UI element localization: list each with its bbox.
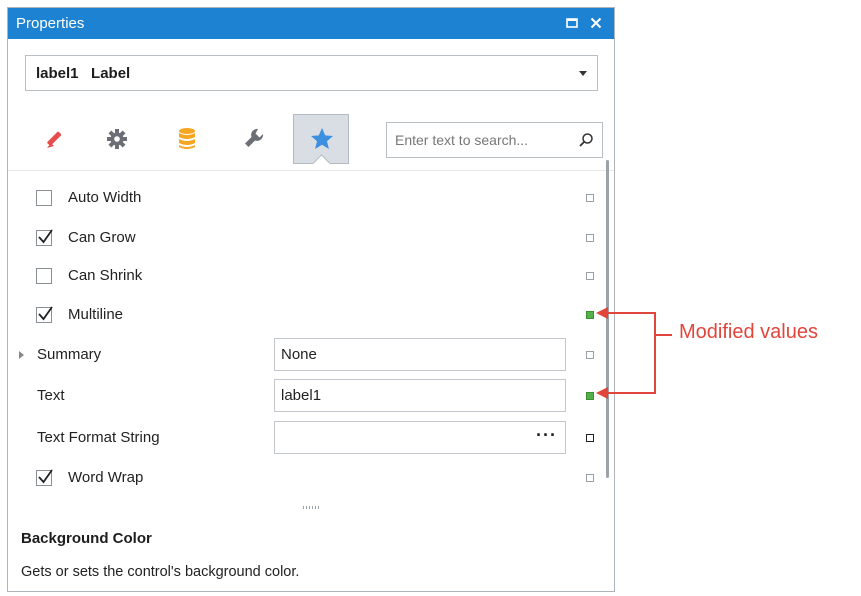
title-bar: Properties [8,8,614,39]
checkmark-icon [38,469,53,484]
word-wrap-modified-indicator [586,474,594,482]
text-label: Text [37,387,65,404]
callout-label: Modified values [679,321,818,343]
can-grow-modified-indicator [586,234,594,242]
word-wrap-checkbox[interactable] [36,469,53,486]
summary-value: None [281,346,317,363]
close-icon [590,17,602,29]
checkmark-icon [38,306,53,321]
text-format-string-field[interactable]: ··· [274,421,566,454]
behavior-tab[interactable] [88,114,144,164]
auto-width-checkbox[interactable] [36,190,52,206]
star-icon [311,128,333,149]
search-placeholder: Enter text to search... [395,132,529,148]
vertical-scrollbar[interactable] [606,160,609,478]
property-row-can-grow[interactable]: Can Grow [8,218,594,258]
appearance-tab[interactable] [27,114,83,164]
summary-modified-indicator [586,351,594,359]
gear-icon [107,129,127,149]
summary-value-field[interactable]: None [274,338,566,371]
data-tab[interactable] [158,114,214,164]
properties-panel: Properties label1 Label Enter text to se… [7,7,615,592]
text-modified-indicator [586,392,594,400]
text-format-string-label: Text Format String [37,429,160,446]
description-text: Gets or sets the control's background co… [21,564,300,580]
description-title: Background Color [21,530,152,547]
can-shrink-checkbox[interactable] [36,268,52,284]
chevron-down-icon [579,71,587,76]
description-splitter[interactable] [8,502,614,514]
word-wrap-label: Word Wrap [68,469,144,486]
property-row-summary[interactable]: Summary None [8,335,594,375]
database-icon [179,128,195,149]
paint-brush-icon [47,131,62,148]
window-title: Properties [16,15,85,32]
search-icon[interactable] [578,132,594,148]
maximize-icon [566,18,578,28]
auto-width-modified-indicator [586,194,594,202]
auto-width-label: Auto Width [68,189,142,206]
divider [8,170,614,171]
property-row-auto-width[interactable]: Auto Width [8,178,594,218]
component-selector[interactable]: label1 Label [25,55,598,91]
property-row-multiline[interactable]: Multiline [8,295,594,335]
search-input[interactable]: Enter text to search... [386,122,603,158]
multiline-modified-indicator [586,311,594,319]
design-tab[interactable] [226,114,282,164]
can-shrink-label: Can Shrink [68,267,143,284]
can-shrink-modified-indicator [586,272,594,280]
property-row-text-format-string[interactable]: Text Format String ··· [8,418,594,458]
property-row-text[interactable]: Text label1 [8,376,594,416]
text-value-field[interactable]: label1 [274,379,566,412]
checkmark-icon [38,229,53,244]
favorites-tab[interactable] [293,114,349,164]
expand-arrow-icon[interactable] [19,351,24,359]
component-selector-value: label1 Label [36,65,131,82]
splitter-grip-icon[interactable] [303,506,319,509]
property-row-can-shrink[interactable]: Can Shrink [8,256,594,296]
multiline-checkbox[interactable] [36,306,53,323]
can-grow-label: Can Grow [68,229,136,246]
maximize-button[interactable] [563,14,581,32]
ellipsis-button[interactable]: ··· [536,425,557,446]
text-value: label1 [281,387,322,404]
close-button[interactable] [587,14,605,32]
text-format-string-modified-indicator [586,434,594,442]
multiline-label: Multiline [68,306,124,323]
summary-label: Summary [37,346,102,363]
can-grow-checkbox[interactable] [36,229,53,246]
wrench-icon [245,128,264,147]
property-row-word-wrap[interactable]: Word Wrap [8,458,594,498]
